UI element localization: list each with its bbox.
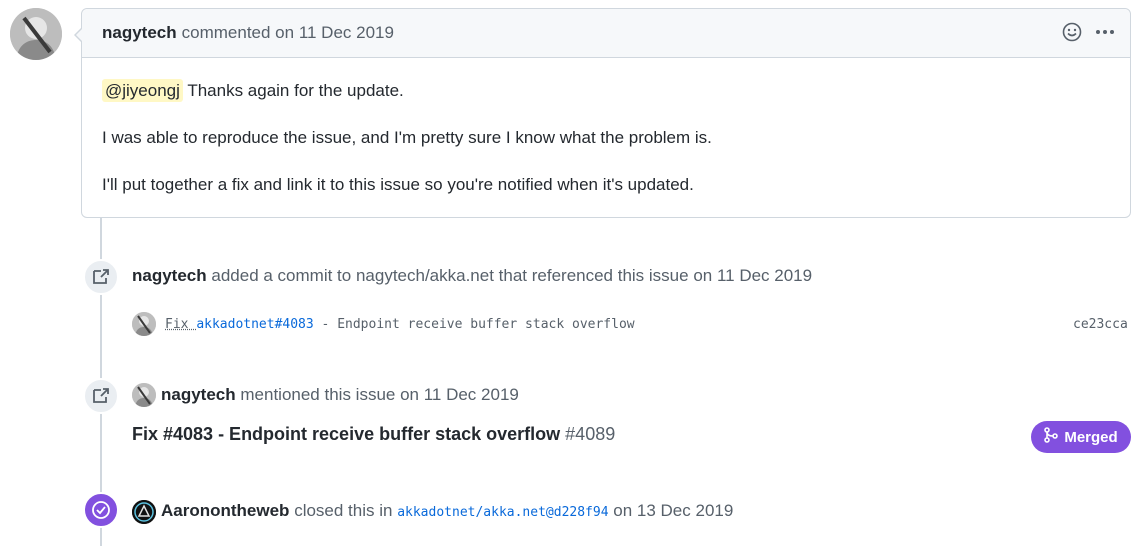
commit-message-rest: - Endpoint receive buffer stack overflow — [313, 317, 635, 332]
cross-reference-icon — [83, 378, 119, 414]
close-author-avatar[interactable] — [132, 500, 156, 524]
comment-line-1: @jiyeongj Thanks again for the update. — [102, 79, 1110, 102]
commit-message[interactable]: Fix akkadotnet#4083 - Endpoint receive b… — [165, 317, 635, 332]
comment-actions — [1062, 22, 1116, 47]
commit-prefix: Fix — [165, 317, 197, 332]
close-event-author[interactable]: Aaronontheweb — [161, 501, 289, 520]
avatar[interactable] — [10, 8, 62, 60]
comment-body: @jiyeongj Thanks again for the update. I… — [82, 58, 1130, 196]
commit-event-description: added a commit to nagytech/akka.net that… — [211, 266, 813, 285]
commit-event-text: nagytech added a commit to nagytech/akka… — [132, 266, 812, 286]
merged-status-badge: Merged — [1031, 421, 1131, 453]
mention-author-avatar[interactable] — [132, 383, 156, 407]
comment-box: nagytech commented on 11 Dec 2019 @jiyeo… — [74, 8, 1131, 218]
avatar-image — [10, 8, 62, 60]
close-commit-link[interactable]: akkadotnet/akka.net@d228f94 — [397, 505, 608, 520]
mention-event-description: mentioned this issue on 11 Dec 2019 — [240, 385, 519, 404]
comment-meta[interactable]: commented on 11 Dec 2019 — [182, 23, 394, 43]
cross-reference-icon — [83, 259, 119, 295]
kebab-horizontal-icon[interactable] — [1094, 22, 1116, 47]
mention-event-text: nagytech mentioned this issue on 11 Dec … — [161, 385, 519, 405]
git-merge-icon — [1044, 427, 1059, 447]
close-event-after: on 13 Dec 2019 — [613, 501, 734, 520]
comment-line-2: I was able to reproduce the issue, and I… — [102, 128, 712, 147]
comment-line-3: I'll put together a fix and link it to t… — [102, 175, 694, 194]
pr-reference[interactable]: Fix #4083 - Endpoint receive buffer stac… — [132, 424, 615, 445]
close-event-before: closed this in — [294, 501, 393, 520]
pr-number[interactable]: #4089 — [565, 424, 615, 444]
commit-sha[interactable]: ce23cca — [1073, 317, 1128, 332]
user-mention[interactable]: @jiyeongj — [102, 79, 183, 102]
merged-label: Merged — [1064, 428, 1118, 446]
comment-line-1-text: Thanks again for the update. — [182, 81, 404, 100]
check-circle-icon — [83, 492, 119, 528]
comment-author[interactable]: nagytech — [102, 23, 177, 43]
commit-event-author[interactable]: nagytech — [132, 266, 207, 285]
mention-event-author[interactable]: nagytech — [161, 385, 236, 404]
comment-header: nagytech commented on 11 Dec 2019 — [82, 9, 1130, 58]
commit-issue-link[interactable]: akkadotnet#4083 — [196, 317, 313, 332]
close-event-text: Aaronontheweb closed this in akkadotnet/… — [161, 501, 733, 521]
pr-title[interactable]: Fix #4083 - Endpoint receive buffer stac… — [132, 424, 560, 444]
commit-author-avatar[interactable] — [132, 312, 156, 336]
smiley-icon[interactable] — [1062, 22, 1082, 47]
